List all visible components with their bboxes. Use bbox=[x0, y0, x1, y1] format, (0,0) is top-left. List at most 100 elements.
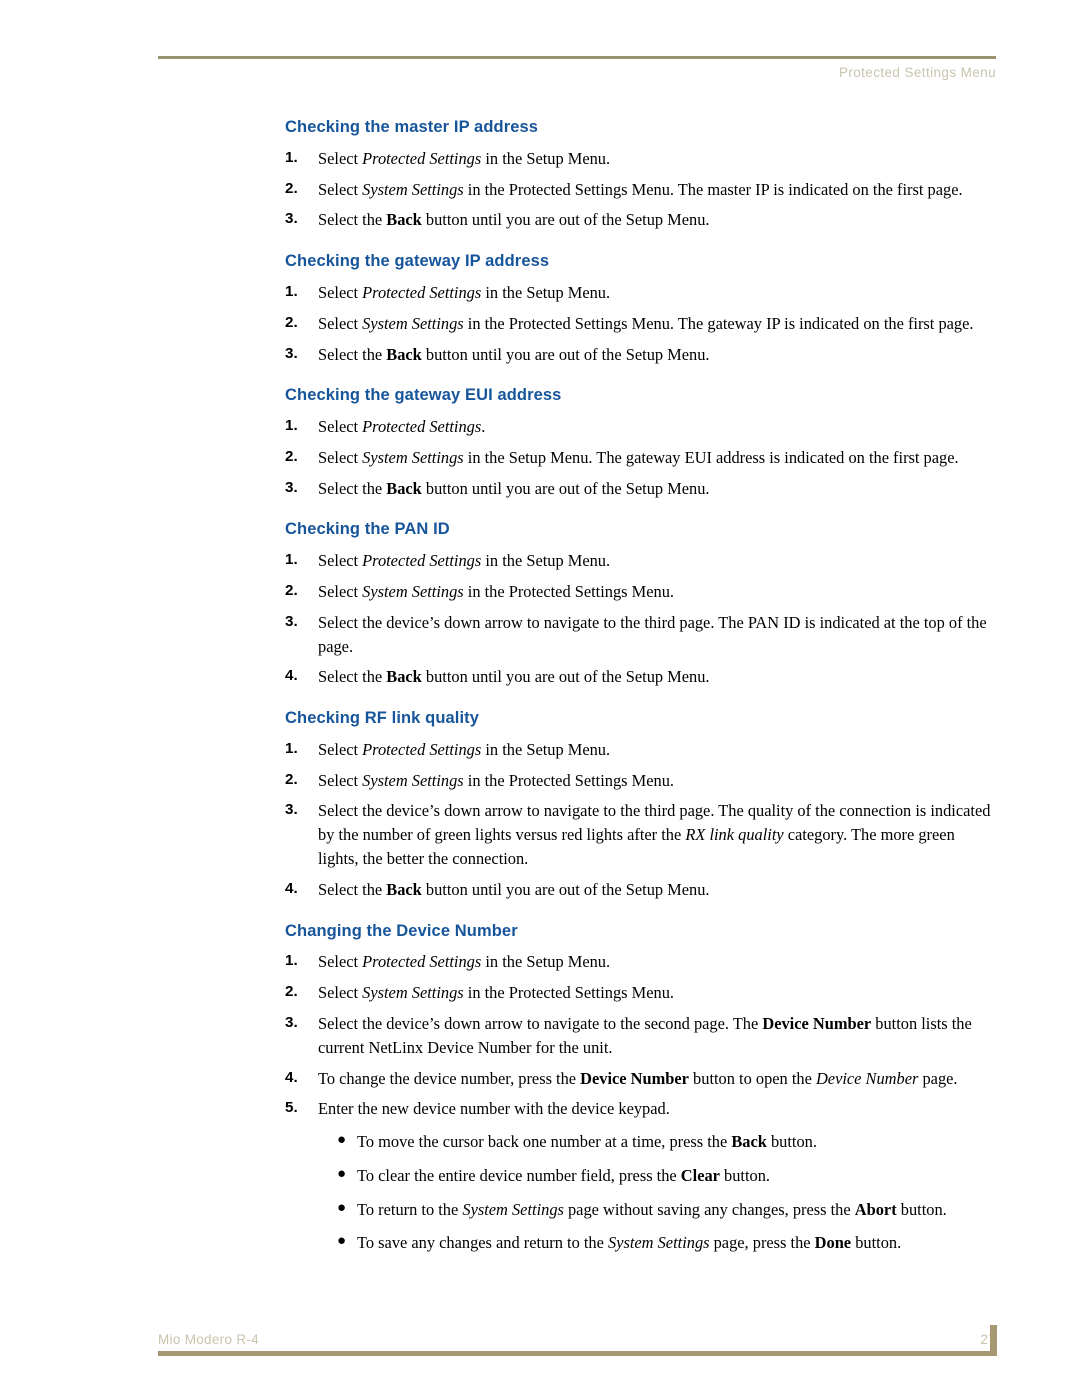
step-number: 4. bbox=[285, 1068, 298, 1086]
step-text: Select Protected Settings in the Setup M… bbox=[318, 952, 610, 971]
step-number: 3. bbox=[285, 344, 298, 362]
step-item: 1. Select Protected Settings in the Setup… bbox=[285, 738, 997, 762]
text-run: in the Setup Menu. bbox=[481, 952, 611, 972]
footer-corner-tab bbox=[990, 1325, 997, 1356]
step-item: 5. Enter the new device number with the d… bbox=[285, 1097, 997, 1121]
text-run: To save any changes and return to the bbox=[357, 1233, 608, 1253]
step-item: 4. To change the device number, press the… bbox=[285, 1067, 997, 1091]
emphasis-bold: Abort bbox=[854, 1199, 897, 1219]
step-number: 5. bbox=[285, 1099, 298, 1117]
emphasis-italic: System Settings bbox=[362, 313, 464, 333]
text-run: Select bbox=[318, 417, 363, 437]
text-run: Select the bbox=[318, 879, 387, 899]
text-run: in the Protected Settings Menu. bbox=[463, 770, 674, 790]
step-list: 1. Select Protected Settings in the Setup… bbox=[285, 147, 997, 232]
bullet-text: To clear the entire device number field,… bbox=[357, 1166, 770, 1185]
step-number: 4. bbox=[285, 667, 298, 685]
step-item: 3. Select the device’s down arrow to navi… bbox=[285, 611, 997, 659]
bullet-item: ● To clear the entire device number field… bbox=[337, 1164, 997, 1188]
emphasis-italic: System Settings bbox=[362, 983, 464, 1003]
document-page: Protected Settings Menu Checking the mas… bbox=[0, 0, 1080, 1397]
step-text: Select the device’s down arrow to naviga… bbox=[318, 1014, 972, 1057]
emphasis-bold: Back bbox=[731, 1132, 767, 1152]
step-text: Select Protected Settings in the Setup M… bbox=[318, 283, 610, 302]
text-run: in the Setup Menu. bbox=[481, 282, 611, 302]
bullet-item: ● To move the cursor back one number at a… bbox=[337, 1130, 997, 1154]
text-run: button. bbox=[719, 1165, 771, 1185]
emphasis-italic: System Settings bbox=[362, 582, 464, 601]
step-number: 3. bbox=[285, 478, 298, 496]
text-run: Select the bbox=[318, 667, 387, 687]
step-number: 1. bbox=[285, 551, 298, 569]
step-list: 1. Select Protected Settings. 2. Select Sys… bbox=[285, 415, 997, 500]
bullet-item: ● To save any changes and return to the S… bbox=[337, 1231, 997, 1255]
text-run: button until you are out of the Setup Me… bbox=[421, 344, 710, 364]
bullet-text: To return to the System Settings page wi… bbox=[357, 1200, 947, 1219]
step-text: Select the Back button until you are out… bbox=[318, 667, 710, 686]
step-number: 2. bbox=[285, 770, 298, 788]
step-text: Select System Settings in the Protected … bbox=[318, 180, 963, 199]
step-item: 1. Select Protected Settings. bbox=[285, 415, 997, 439]
emphasis-italic: Protected Settings bbox=[362, 148, 482, 168]
bullet-dot-icon: ● bbox=[337, 1132, 347, 1149]
text-run: page, press the bbox=[709, 1233, 815, 1253]
step-text: Select Protected Settings in the Setup M… bbox=[318, 551, 610, 570]
step-text: Select System Settings in the Protected … bbox=[318, 582, 674, 601]
text-run: To return to the bbox=[357, 1199, 463, 1219]
step-number: 3. bbox=[285, 210, 298, 228]
step-item: 1. Select Protected Settings in the Setup… bbox=[285, 950, 997, 974]
text-run: in the Protected Settings Menu. The mast… bbox=[463, 179, 963, 199]
step-item: 3. Select the Back button until you are o… bbox=[285, 343, 997, 367]
text-run: button. bbox=[896, 1199, 947, 1219]
section-heading: Checking the gateway EUI address bbox=[285, 386, 562, 405]
text-run: button until you are out of the Setup Me… bbox=[421, 879, 710, 899]
running-header: Protected Settings Menu bbox=[158, 56, 996, 80]
section-heading: Checking RF link quality bbox=[285, 709, 480, 728]
emphasis-italic: Protected Settings bbox=[362, 739, 482, 759]
step-text: Select the Back button until you are out… bbox=[318, 880, 710, 899]
text-run: button until you are out of the Setup Me… bbox=[421, 210, 710, 230]
section: Changing the Device Number 1. Select Prote… bbox=[285, 922, 997, 1256]
text-run: . bbox=[481, 417, 486, 437]
section: Checking RF link quality 1. Select Protect… bbox=[285, 709, 997, 901]
emphasis-bold: Device Number bbox=[580, 1068, 689, 1088]
text-run: page. bbox=[918, 1068, 958, 1088]
text-run: Select the device’s down arrow to naviga… bbox=[318, 1013, 763, 1033]
step-item: 2. Select System Settings in the Protecte… bbox=[285, 981, 997, 1005]
step-number: 1. bbox=[285, 148, 298, 166]
text-run: Select bbox=[318, 582, 363, 601]
text-run: in the Setup Menu. bbox=[481, 551, 611, 571]
text-run: Select bbox=[318, 983, 363, 1003]
step-text: Select System Settings in the Protected … bbox=[318, 314, 974, 333]
step-number: 1. bbox=[285, 282, 298, 300]
step-item: 2. Select System Settings in the Protecte… bbox=[285, 580, 997, 604]
emphasis-italic: Device Number bbox=[815, 1068, 919, 1088]
bullet-text: To save any changes and return to the Sy… bbox=[357, 1233, 901, 1252]
step-text: Enter the new device number with the dev… bbox=[318, 1099, 670, 1118]
step-item: 3. Select the Back button until you are o… bbox=[285, 477, 997, 501]
step-text: Select the Back button until you are out… bbox=[318, 210, 710, 229]
emphasis-italic: System Settings bbox=[362, 447, 464, 467]
step-list: 1. Select Protected Settings in the Setup… bbox=[285, 950, 997, 1121]
emphasis-italic: RX link quality bbox=[685, 825, 784, 845]
step-text: Select Protected Settings. bbox=[318, 417, 485, 436]
text-run: button to open the bbox=[688, 1068, 816, 1088]
section-heading: Checking the master IP address bbox=[285, 118, 539, 136]
step-text: Select System Settings in the Setup Menu… bbox=[318, 448, 959, 467]
text-run: in the Setup Menu. bbox=[481, 148, 611, 168]
step-text: Select the Back button until you are out… bbox=[318, 479, 710, 498]
step-list: 1. Select Protected Settings in the Setup… bbox=[285, 281, 997, 366]
section: Checking the PAN ID 1. Select Protected Se… bbox=[285, 520, 997, 689]
text-run: in the Protected Settings Menu. bbox=[463, 582, 674, 601]
text-run: button. bbox=[851, 1233, 902, 1253]
bullet-item: ● To return to the System Settings page w… bbox=[337, 1198, 997, 1222]
emphasis-italic: Protected Settings bbox=[362, 282, 482, 302]
text-run: Select the bbox=[318, 210, 387, 230]
text-run: To clear the entire device number field,… bbox=[357, 1165, 681, 1185]
text-run: in the Protected Settings Menu. bbox=[463, 983, 674, 1003]
step-item: 3. Select the Back button until you are o… bbox=[285, 208, 997, 232]
emphasis-italic: System Settings bbox=[608, 1233, 710, 1253]
emphasis-bold: Back bbox=[386, 667, 422, 687]
step-number: 3. bbox=[285, 612, 298, 630]
section: Checking the gateway EUI address 1. Select… bbox=[285, 386, 997, 500]
